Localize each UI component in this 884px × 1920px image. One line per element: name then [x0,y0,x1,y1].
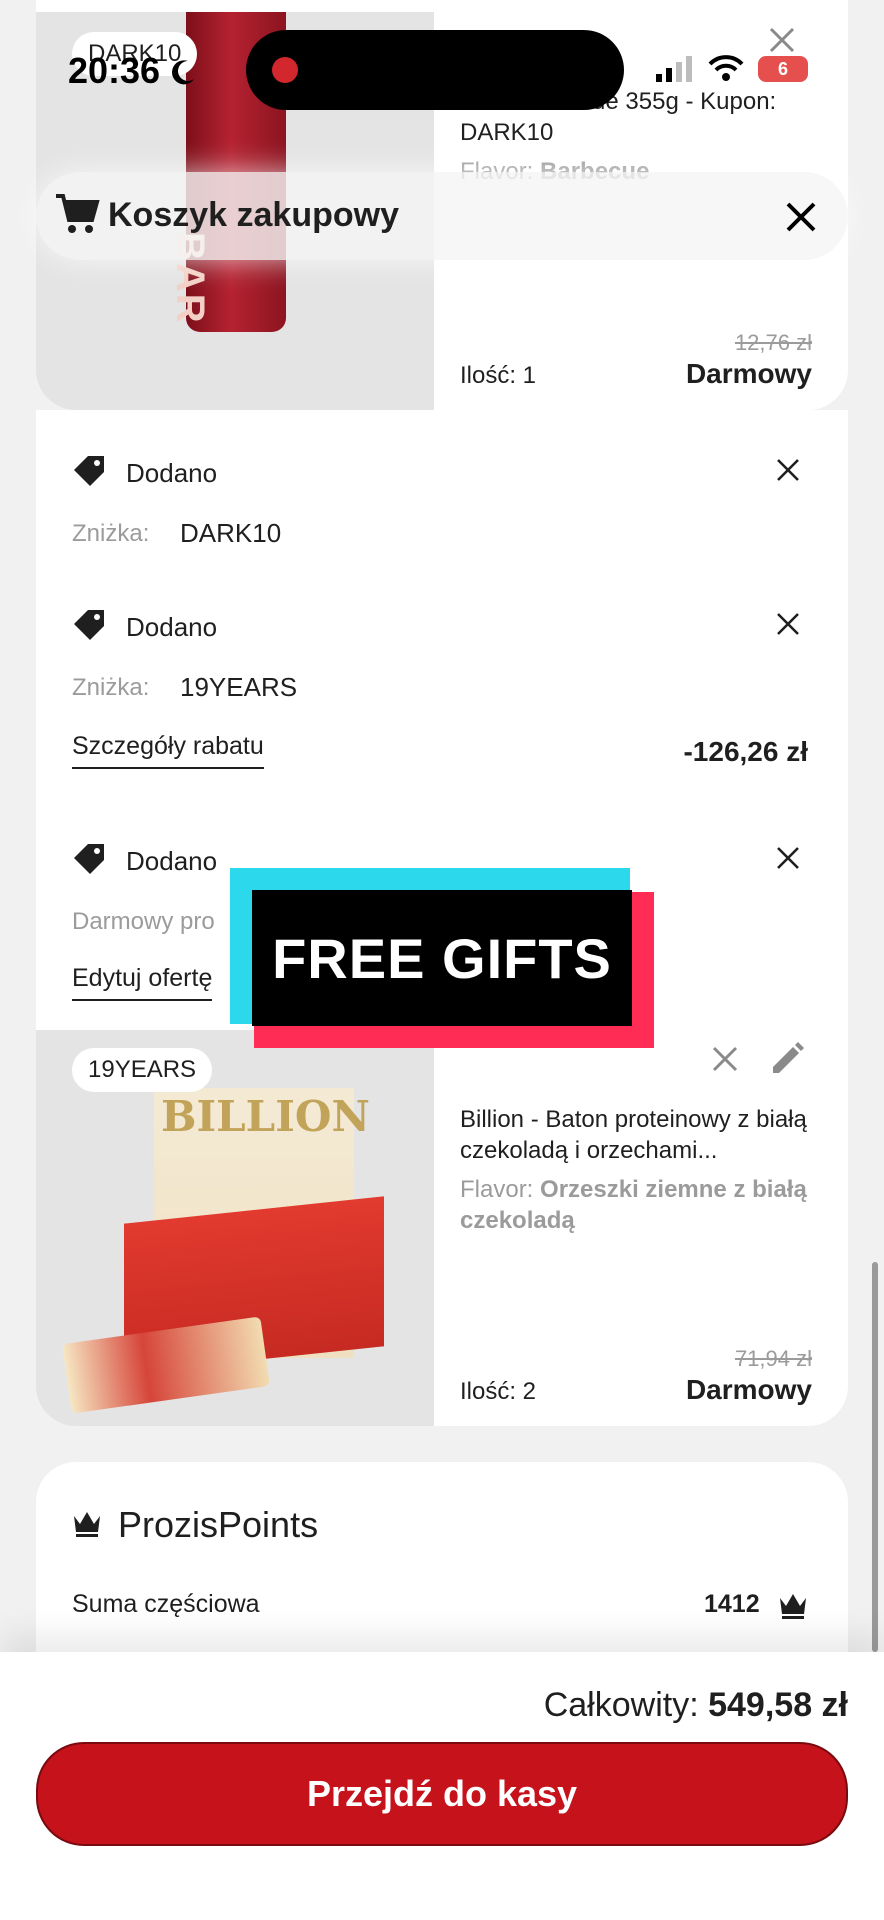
product-old-price-1: 12,76 zł [734,330,812,355]
product-old-price-2: 71,94 zł [734,1346,812,1371]
battery-indicator: 6 [758,56,808,82]
discount-details-link[interactable]: Szczegóły rabatu [72,732,264,769]
close-icon [712,1046,738,1072]
coupon-row-1: Dodano Zniżka: DARK10 [72,450,812,570]
subtotal-value: 1412 [704,1590,760,1618]
tag-icon [74,844,104,874]
bar-graphic [62,1316,270,1414]
free-product-label: Darmowy pro [72,908,215,935]
points-title: ProzisPoints [118,1504,319,1545]
box-brand-text: BILLION [161,1092,370,1141]
discount-code: DARK10 [180,518,282,548]
product-price-2: Darmowy [685,1374,812,1405]
product-flavor-2: Flavor: Orzeszki ziemne z białą czekolad… [460,1174,830,1236]
free-gifts-sticker: FREE GIFTS [230,868,654,1052]
tag-icon [74,610,104,640]
remove-coupon-2-button[interactable] [768,604,808,644]
product-qty-1: Ilość: 1 [460,362,537,389]
dynamic-island [246,30,624,110]
wifi-icon [708,55,744,81]
total-value: 549,58 zł [708,1686,848,1724]
product-card-2: BILLION 19YEARS Billion - Baton proteino… [36,1030,848,1426]
coupon-row-2: Dodano Zniżka: 19YEARS Szczegóły rabatu … [72,604,812,784]
product-title-2[interactable]: Billion - Baton proteinowy z białą czeko… [460,1104,830,1166]
discount-code: 19YEARS [180,672,298,702]
moon-icon [172,60,195,85]
product-qty-2: Ilość: 2 [460,1378,537,1405]
sticker-text: FREE GIFTS [252,890,632,1026]
coupon-status: Dodano [126,846,218,876]
status-time-text: 20:36 [68,50,161,91]
discount-amount: -126,26 zł [683,736,808,767]
crown-icon [74,1512,100,1537]
coupon-status: Dodano [126,612,218,642]
edit-offer-link[interactable]: Edytuj ofertę [72,964,213,1001]
remove-product-2-button[interactable] [702,1036,748,1082]
checkout-bar: Całkowity: 549,58 zł Przejdź do kasy [0,1652,884,1920]
cart-icon [56,194,100,233]
recording-dot [272,57,298,83]
close-icon [777,613,799,635]
pencil-icon [773,1042,804,1073]
cart-header: Koszyk zakupowy [36,172,848,260]
tag-icon [74,456,104,486]
cart-title: Koszyk zakupowy [108,196,399,234]
flavor-label: Flavor: [460,1176,534,1203]
crown-icon [780,1594,806,1619]
product-price-1: Darmowy [685,358,812,389]
total-row: Całkowity: 549,58 zł [544,1686,848,1725]
product-badge-2: 19YEARS [72,1048,213,1092]
remove-coupon-1-button[interactable] [768,450,808,490]
total-label: Całkowity: [543,1686,699,1724]
close-cart-button[interactable] [776,192,826,242]
edit-product-2-button[interactable] [762,1034,812,1084]
checkout-button[interactable]: Przejdź do kasy [36,1742,848,1846]
status-time: 20:36 [68,50,196,92]
discount-label: Zniżka: [72,520,150,547]
remove-coupon-3-button[interactable] [768,838,808,878]
close-icon [786,202,816,232]
close-icon [769,27,795,53]
close-icon [777,459,799,481]
status-icons: 6 [656,54,816,84]
coupon-status: Dodano [126,458,218,488]
scrollbar[interactable] [872,1262,878,1652]
close-icon [777,847,799,869]
subtotal-label: Suma częściowa [72,1590,260,1618]
discount-label: Zniżka: [72,674,150,701]
signal-icon [656,56,692,82]
